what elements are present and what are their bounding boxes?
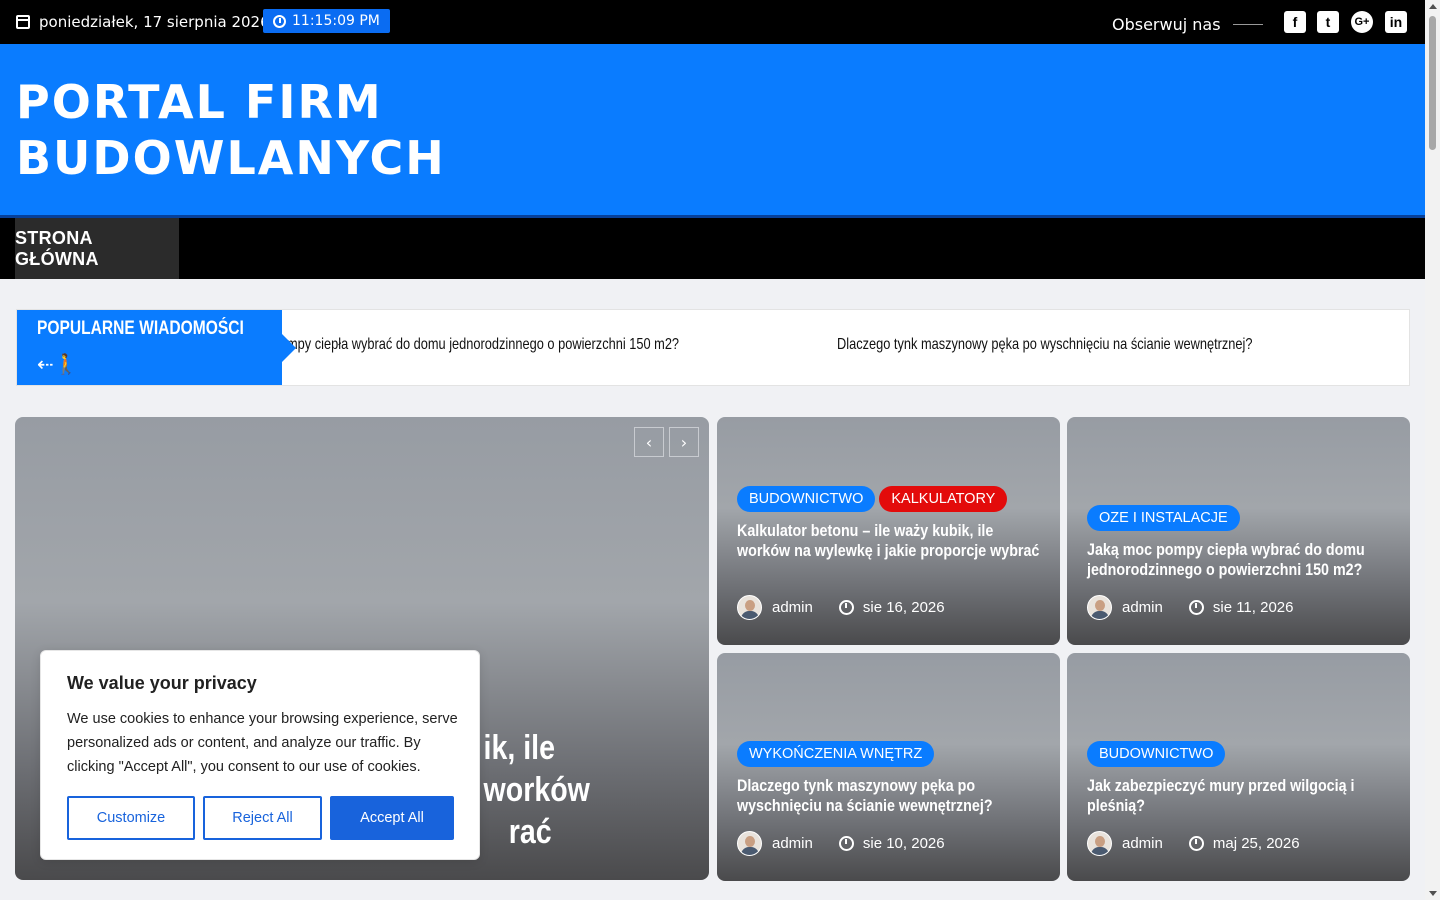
google-plus-icon[interactable]: G+ [1351, 11, 1373, 33]
site-title[interactable]: PORTAL FIRM BUDOWLANYCH [16, 74, 444, 186]
avatar [1087, 831, 1112, 856]
post-date[interactable]: sie 10, 2026 [863, 835, 945, 852]
tag-budownictwo[interactable]: BUDOWNICTWO [1087, 741, 1226, 767]
post-date[interactable]: sie 16, 2026 [863, 599, 945, 616]
facebook-icon[interactable]: f [1284, 11, 1306, 33]
clock-icon [1188, 600, 1204, 615]
running-person-icon: ⇠🚶 [37, 352, 79, 376]
calendar-icon [16, 15, 30, 29]
post-meta: admin sie 11, 2026 [1087, 595, 1293, 620]
post-tags: OZE I INSTALACJE [1087, 505, 1240, 531]
post-date[interactable]: sie 11, 2026 [1213, 599, 1294, 616]
chevron-left-icon[interactable]: ‹ [634, 427, 664, 457]
post-meta: admin sie 16, 2026 [737, 595, 945, 620]
ticker-label-text: POPULARNE WIADOMOŚCI [37, 318, 244, 339]
scrollbar-thumb[interactable] [1429, 16, 1436, 150]
post-meta: admin maj 25, 2026 [1087, 831, 1300, 856]
chevron-right-icon[interactable]: › [669, 427, 699, 457]
current-date: poniedziałek, 17 sierpnia 2026 [16, 0, 270, 44]
post-author[interactable]: admin [772, 599, 813, 616]
post-meta: admin sie 10, 2026 [737, 831, 945, 856]
post-author[interactable]: admin [1122, 835, 1163, 852]
ticker-item[interactable]: mpy ciepła wybrać do domu jednorodzinneg… [287, 336, 679, 354]
scroll-down-arrow-icon[interactable] [1429, 891, 1437, 896]
cookie-body: We use cookies to enhance your browsing … [67, 711, 458, 775]
post-tags: BUDOWNICTWO [1087, 741, 1226, 767]
twitter-icon[interactable]: t [1317, 11, 1339, 33]
customize-button[interactable]: Customize [67, 796, 195, 840]
ticker-item[interactable]: Dlaczego tynk maszynowy pęka po wyschnię… [837, 336, 1253, 354]
post-title[interactable]: Jak zabezpieczyć mury przed wilgocią i p… [1087, 776, 1389, 816]
top-bar: poniedziałek, 17 sierpnia 2026 11:15:09 … [0, 0, 1425, 44]
avatar [737, 831, 762, 856]
ticker-label: POPULARNE WIADOMOŚCI ⇠🚶 [17, 310, 296, 385]
time-text: 11:15:09 PM [292, 13, 380, 29]
post-card[interactable]: BUDOWNICTWO Jak zabezpieczyć mury przed … [1067, 653, 1410, 881]
post-author[interactable]: admin [772, 835, 813, 852]
linkedin-icon[interactable]: in [1385, 11, 1407, 33]
clock-icon [838, 836, 854, 851]
clock-icon [838, 600, 854, 615]
accept-all-button[interactable]: Accept All [330, 796, 454, 840]
post-tags: BUDOWNICTWO KALKULATORY [737, 486, 1008, 512]
main-nav: STRONA GŁÓWNA [0, 218, 1425, 279]
avatar [737, 595, 762, 620]
nav-item-home[interactable]: STRONA GŁÓWNA [15, 218, 179, 279]
date-text: poniedziałek, 17 sierpnia 2026 [39, 13, 270, 31]
cookie-title: We value your privacy [67, 673, 257, 693]
reject-all-button[interactable]: Reject All [203, 796, 322, 840]
follow-us: Obserwuj nas [1112, 0, 1263, 48]
post-card[interactable]: BUDOWNICTWO KALKULATORY Kalkulator beton… [717, 417, 1060, 645]
scroll-up-arrow-icon[interactable] [1429, 4, 1437, 9]
post-tags: WYKOŃCZENIA WNĘTRZ [737, 741, 935, 767]
post-author[interactable]: admin [1122, 599, 1163, 616]
clock-icon [1188, 836, 1204, 851]
post-date[interactable]: maj 25, 2026 [1213, 835, 1300, 852]
current-time: 11:15:09 PM [263, 9, 390, 33]
follow-divider [1232, 23, 1263, 25]
clock-icon [273, 14, 286, 28]
follow-label: Obserwuj nas [1112, 14, 1221, 34]
page-scrollbar[interactable] [1425, 0, 1440, 900]
tag-wykonczenia-wnetrz[interactable]: WYKOŃCZENIA WNĘTRZ [737, 741, 935, 767]
site-header: PORTAL FIRM BUDOWLANYCH [0, 44, 1425, 215]
avatar [1087, 595, 1112, 620]
cookie-consent-dialog: We value your privacy We use cookies to … [40, 650, 480, 860]
post-title[interactable]: Jaką moc pompy ciepła wybrać do domu jed… [1087, 540, 1389, 580]
tag-kalkulatory[interactable]: KALKULATORY [879, 486, 1008, 512]
post-card[interactable]: OZE I INSTALACJE Jaką moc pompy ciepła w… [1067, 417, 1410, 645]
popular-news-ticker: mpy ciepła wybrać do domu jednorodzinneg… [16, 309, 1410, 386]
post-card[interactable]: WYKOŃCZENIA WNĘTRZ Dlaczego tynk maszyno… [717, 653, 1060, 881]
tag-budownictwo[interactable]: BUDOWNICTWO [737, 486, 876, 512]
post-title[interactable]: Dlaczego tynk maszynowy pęka po wyschnię… [737, 776, 1039, 816]
tag-oze-i-instalacje[interactable]: OZE I INSTALACJE [1087, 505, 1240, 531]
post-title[interactable]: Kalkulator betonu – ile waży kubik, ile … [737, 521, 1039, 561]
